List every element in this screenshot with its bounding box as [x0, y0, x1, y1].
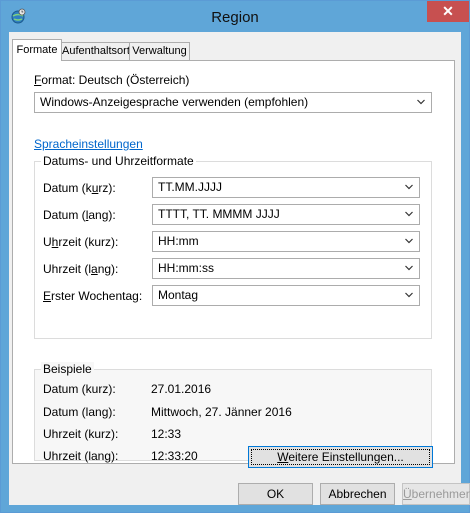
format-combobox-value: Windows-Anzeigesprache verwenden (empfoh… [40, 95, 309, 109]
ok-button[interactable]: OK [238, 483, 313, 505]
time-long-combobox[interactable]: HH:mm:ss [152, 258, 420, 279]
example-label: Datum (lang): [43, 405, 116, 419]
tab-formate[interactable]: Formate [12, 39, 62, 61]
tab-label: Verwaltung [132, 45, 187, 57]
date-short-label: Datum (kurz): [43, 181, 116, 195]
tab-verwaltung[interactable]: Verwaltung [129, 42, 190, 60]
apply-button[interactable]: Übernehmen [402, 483, 470, 505]
chevron-down-icon [405, 184, 413, 190]
date-long-combobox[interactable]: TTTT, TT. MMMM JJJJ [152, 204, 420, 225]
example-value: 27.01.2016 [151, 382, 212, 396]
example-value: Mittwoch, 27. Jänner 2016 [151, 405, 292, 419]
time-long-label: Uhrzeit (lang): [43, 262, 119, 276]
tab-aufenthaltsort[interactable]: Aufenthaltsort [61, 42, 130, 60]
language-settings-link[interactable]: Spracheinstellungen [34, 137, 143, 151]
date-time-formats-group: Datums- und Uhrzeitformate Datum (kurz):… [34, 154, 432, 339]
combobox-value: Montag [158, 288, 199, 302]
window-title: Region [211, 9, 259, 26]
combobox-value: HH:mm [158, 234, 199, 248]
time-short-combobox[interactable]: HH:mm [152, 231, 420, 252]
group-title: Beispiele [41, 362, 94, 376]
tab-label: Aufenthaltsort [62, 45, 130, 57]
time-short-label: Uhrzeit (kurz): [43, 235, 119, 249]
title-bar[interactable]: Region ✕ [1, 1, 469, 32]
close-button[interactable]: ✕ [427, 1, 469, 22]
group-title: Datums- und Uhrzeitformate [41, 154, 196, 168]
date-short-combobox[interactable]: TT.MM.JJJJ [152, 177, 420, 198]
formats-panel: Format: Deutsch (Österreich) Windows-Anz… [12, 60, 455, 464]
tab-label: Formate [16, 44, 58, 56]
combobox-value: TT.MM.JJJJ [158, 180, 222, 194]
chevron-down-icon [405, 292, 413, 298]
format-combobox[interactable]: Windows-Anzeigesprache verwenden (empfoh… [34, 92, 432, 113]
cancel-button[interactable]: Abbrechen [320, 483, 395, 505]
combobox-value: TTTT, TT. MMMM JJJJ [158, 207, 280, 221]
chevron-down-icon [405, 238, 413, 244]
example-value: 12:33:20 [151, 449, 198, 463]
example-label: Datum (kurz): [43, 382, 116, 396]
close-icon: ✕ [442, 3, 454, 19]
example-label: Uhrzeit (kurz): [43, 427, 119, 441]
example-value: 12:33 [151, 427, 182, 441]
format-label: Format: Deutsch (Österreich) [34, 73, 190, 87]
region-dialog: Region ✕ Formate Aufenthaltsort Verwaltu… [0, 0, 470, 513]
example-label: Uhrzeit (lang): [43, 449, 119, 463]
first-weekday-combobox[interactable]: Montag [152, 285, 420, 306]
date-long-label: Datum (lang): [43, 208, 116, 222]
more-settings-button[interactable]: Weitere Einstellungen... [248, 446, 433, 468]
first-weekday-label: Erster Wochentag: [43, 289, 143, 303]
dialog-client: Formate Aufenthaltsort Verwaltung Format… [9, 32, 470, 505]
chevron-down-icon [405, 265, 413, 271]
combobox-value: HH:mm:ss [158, 261, 214, 275]
chevron-down-icon [417, 99, 425, 105]
chevron-down-icon [405, 211, 413, 217]
